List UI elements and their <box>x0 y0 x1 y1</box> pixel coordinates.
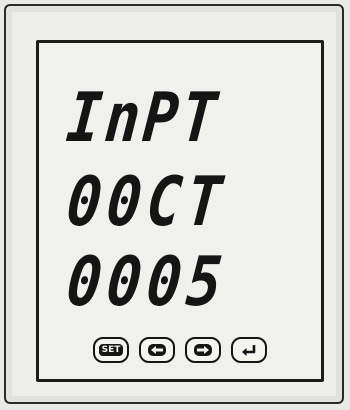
right-button[interactable] <box>185 337 221 363</box>
set-button[interactable]: SET <box>93 337 129 363</box>
right-arrow-icon <box>194 344 212 356</box>
button-row: SET <box>93 337 267 363</box>
enter-button[interactable] <box>231 337 267 363</box>
enter-icon <box>242 345 256 356</box>
meter-housing: InPT 00CT 0005 SET <box>4 4 344 404</box>
set-icon: SET <box>98 344 124 356</box>
left-arrow-icon <box>148 344 166 356</box>
lcd-panel: InPT 00CT 0005 SET <box>36 40 324 382</box>
display-line-1: InPT <box>63 79 224 158</box>
left-button[interactable] <box>139 337 175 363</box>
display-line-2: 00CT <box>63 163 231 242</box>
display-line-3: 0005 <box>63 243 231 322</box>
